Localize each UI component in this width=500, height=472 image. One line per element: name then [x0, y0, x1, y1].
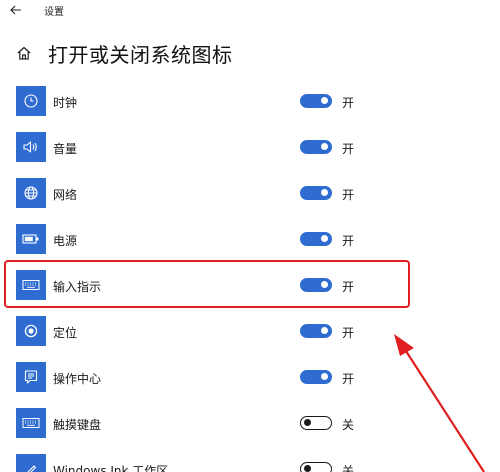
back-arrow-icon	[10, 5, 21, 15]
item-label: 时钟	[53, 96, 78, 110]
list-item-volume: 音量 开	[0, 126, 500, 172]
toggle-state-label: 开	[342, 326, 355, 340]
clock-toggle[interactable]	[300, 94, 332, 108]
list-item-location: 定位 开	[0, 310, 500, 356]
item-label: 输入指示	[53, 280, 102, 294]
list-item-network: 网络 开	[0, 172, 500, 218]
battery-icon	[16, 224, 46, 254]
back-button[interactable]	[6, 2, 26, 18]
toggle-state-label: 开	[342, 234, 355, 248]
action-center-icon	[16, 362, 46, 392]
item-label: 网络	[53, 188, 78, 202]
item-label: 音量	[53, 142, 78, 156]
home-icon[interactable]	[14, 43, 34, 63]
toggle-state-label: 开	[342, 96, 355, 110]
keyboard-icon	[16, 270, 46, 300]
location-toggle[interactable]	[300, 324, 332, 338]
list-item-touch-keyboard: 触摸键盘 关	[0, 402, 500, 448]
toggle-state-label: 开	[342, 188, 355, 202]
touch-keyboard-toggle[interactable]	[300, 416, 332, 430]
list-item-action-center: 操作中心 开	[0, 356, 500, 402]
action-center-toggle[interactable]	[300, 370, 332, 384]
pen-icon	[16, 454, 46, 472]
item-label: 操作中心	[53, 372, 102, 386]
item-label: 电源	[53, 234, 78, 248]
list-item-clock: 时钟 开	[0, 80, 500, 126]
volume-toggle[interactable]	[300, 140, 332, 154]
location-icon	[16, 316, 46, 346]
title-bar: 设置	[0, 0, 500, 20]
toggle-state-label: 开	[342, 142, 355, 156]
toggle-state-label: 关	[342, 464, 355, 472]
volume-icon	[16, 132, 46, 162]
touch-keyboard-icon	[16, 408, 46, 438]
toggle-state-label: 开	[342, 372, 355, 386]
item-label: Windows Ink 工作区	[53, 464, 169, 472]
list-item-input-indicator: 输入指示 开	[0, 264, 500, 310]
clock-icon	[16, 86, 46, 116]
item-label: 定位	[53, 326, 78, 340]
list-item-power: 电源 开	[0, 218, 500, 264]
toggle-state-label: 开	[342, 280, 355, 294]
settings-page: 设置 打开或关闭系统图标 时钟 开 音量 开 网络 开 电源 开 输入指示 开 …	[0, 0, 500, 472]
toggle-state-label: 关	[342, 418, 355, 432]
input-indicator-toggle[interactable]	[300, 278, 332, 292]
app-title: 设置	[44, 7, 64, 18]
windows-ink-toggle[interactable]	[300, 462, 332, 472]
globe-icon	[16, 178, 46, 208]
list-item-windows-ink: Windows Ink 工作区 关	[0, 448, 500, 472]
item-label: 触摸键盘	[53, 418, 102, 432]
page-header: 打开或关闭系统图标	[14, 38, 233, 68]
page-title: 打开或关闭系统图标	[48, 42, 233, 67]
power-toggle[interactable]	[300, 232, 332, 246]
network-toggle[interactable]	[300, 186, 332, 200]
